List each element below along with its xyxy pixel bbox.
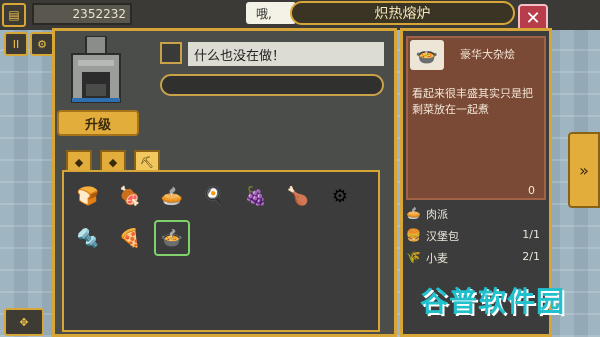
ingredient-name: 肉派 xyxy=(426,208,448,221)
egg-item[interactable]: 🍳 xyxy=(196,178,232,214)
bolt-item[interactable]: 🔩 xyxy=(70,220,106,256)
stew-item[interactable]: 🍲 xyxy=(154,220,190,256)
cooking-progress-bar xyxy=(160,74,384,96)
dish-description: 看起来很丰盛其实只是把剩菜放在一起煮 xyxy=(412,87,533,116)
ingredient-qty: 1/1 xyxy=(522,228,540,241)
nut-item[interactable]: ⚙ xyxy=(322,178,358,214)
meat-item[interactable]: 🍖 xyxy=(112,178,148,214)
next-arrow-button[interactable]: » xyxy=(568,132,600,208)
status-text: 什么也没在做！ xyxy=(188,42,384,66)
status-checkbox[interactable] xyxy=(160,42,182,64)
pizza-item[interactable]: 🍕 xyxy=(112,220,148,256)
ingredient-row: 🌾 小麦 2/1 xyxy=(406,248,546,266)
status-row: 什么也没在做！ xyxy=(160,42,384,66)
ore-tab-icon[interactable]: ◆ xyxy=(100,150,126,172)
window-title: 炽热熔炉 xyxy=(290,1,515,25)
speech-bubble: 哦, xyxy=(246,2,296,24)
upgrade-button[interactable]: 升级 xyxy=(57,110,139,136)
pickaxe-tab-icon[interactable]: ⛏ xyxy=(134,150,160,172)
stew-bowl-icon: 🍲 xyxy=(410,40,444,70)
pie-icon: 🥧 xyxy=(406,206,421,220)
pause-icon[interactable]: II xyxy=(4,32,28,56)
ingredient-name: 汉堡包 xyxy=(426,230,459,243)
ingredient-row: 🥧 肉派 xyxy=(406,204,546,222)
move-icon[interactable]: ✥ xyxy=(4,308,44,336)
ingredient-qty: 2/1 xyxy=(522,250,540,263)
dish-name: 豪华大杂烩 xyxy=(460,48,515,61)
ingredient-row: 🍔 汉堡包 1/1 xyxy=(406,226,546,244)
wheat-icon: 🌾 xyxy=(406,250,421,264)
bread-tab-icon[interactable]: ◆ xyxy=(66,150,92,172)
ingredient-name: 小麦 xyxy=(426,252,448,265)
settings-icon[interactable]: ⚙ xyxy=(30,32,54,56)
inventory-chest-icon[interactable]: ▤ xyxy=(2,3,26,27)
ham-item[interactable]: 🍗 xyxy=(280,178,316,214)
furnace-icon xyxy=(71,36,121,103)
bread-item[interactable]: 🍞 xyxy=(70,178,106,214)
dish-count: 0 xyxy=(528,184,535,197)
burger-icon: 🍔 xyxy=(406,228,421,242)
pie-item[interactable]: 🥧 xyxy=(154,178,190,214)
berries-item[interactable]: 🍇 xyxy=(238,178,274,214)
money-counter: 2352232 xyxy=(32,3,132,25)
watermark: 谷普软件园 xyxy=(410,276,596,328)
watermark-text: 谷普软件园 xyxy=(420,285,566,318)
